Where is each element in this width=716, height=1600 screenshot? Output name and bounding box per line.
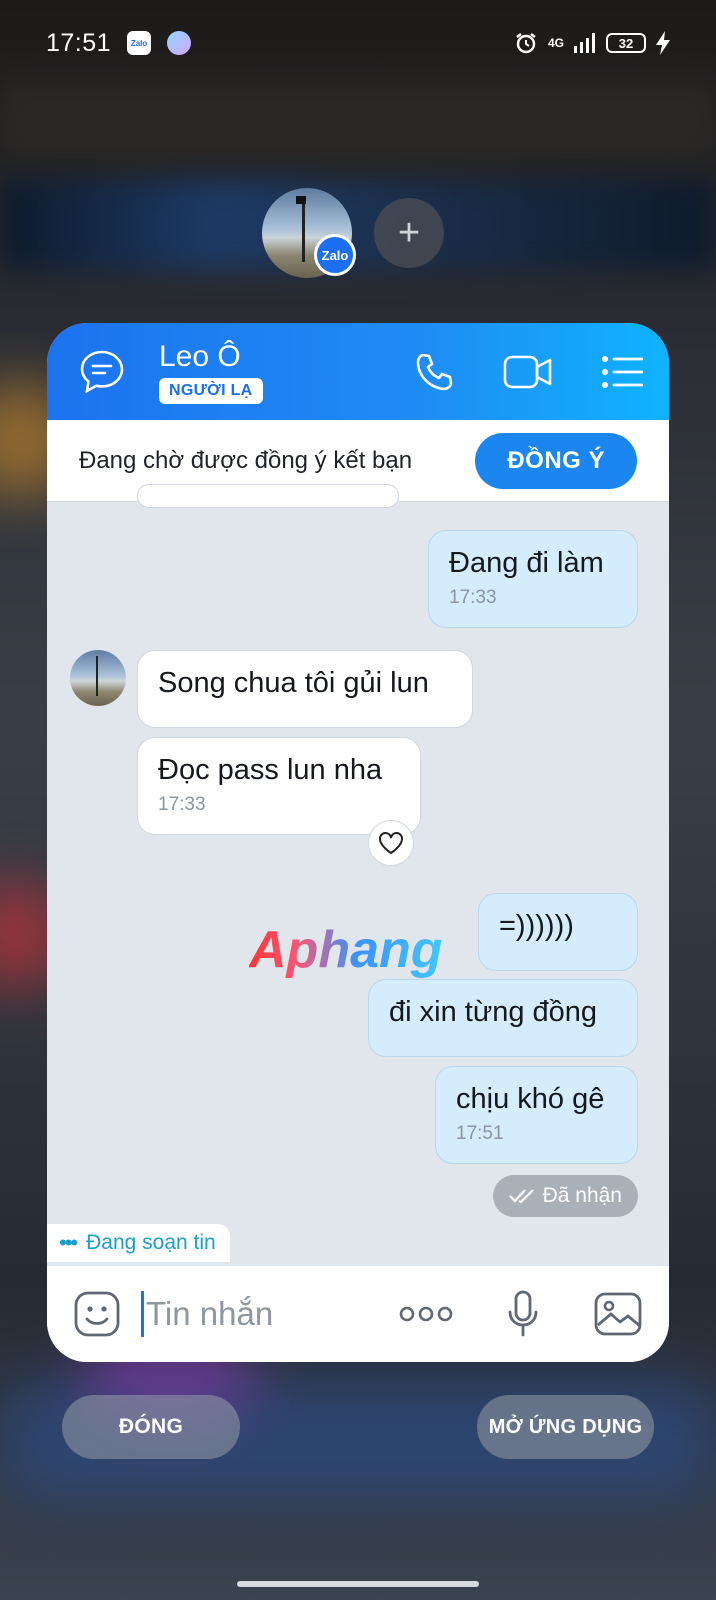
message-bubble-sent[interactable]: =)))))) [478, 893, 638, 971]
composer-actions [399, 1290, 643, 1338]
open-app-button[interactable]: MỞ ỨNG DỤNG [477, 1395, 654, 1459]
close-button[interactable]: ĐÓNG [62, 1395, 240, 1459]
received-label: Đã nhận [542, 1184, 622, 1207]
network-type: 4G [547, 36, 564, 50]
contact-avatar[interactable] [70, 650, 126, 706]
typing-dots-icon: ••• [59, 1230, 78, 1255]
stranger-tag: NGƯỜI LẠ [159, 377, 263, 404]
battery-indicator: 32 [606, 33, 646, 53]
message-time: 17:51 [456, 1123, 504, 1144]
chat-bubble-tray: Zalo + [262, 188, 444, 278]
message-text: Đang đi làm [449, 547, 604, 579]
message-list[interactable]: Đang đi làm 17:33 Song chua tôi gủi lun … [47, 484, 669, 1266]
message-bubble-sent[interactable]: đi xin từng đồng [368, 979, 638, 1057]
message-text: đi xin từng đồng [389, 996, 598, 1028]
message-bubble-received[interactable]: Đọc pass lun nha 17:33 [137, 737, 421, 835]
message-text: Song chua tôi gủi lun [158, 667, 429, 699]
heart-icon [379, 832, 403, 855]
received-status: Đã nhận [492, 1175, 638, 1217]
message-bubble-sent[interactable]: chịu khó gê 17:51 [435, 1066, 638, 1164]
contact-name: Leo Ô [159, 339, 241, 373]
home-indicator[interactable] [237, 1581, 479, 1587]
typing-indicator: ••• Đang soạn tin [47, 1224, 230, 1262]
microphone-icon[interactable] [507, 1290, 539, 1338]
message-composer: Tin nhắn [47, 1266, 669, 1362]
message-text: Đọc pass lun nha [158, 754, 383, 786]
watermark-logo: Aphang [249, 921, 443, 979]
message-input[interactable]: Tin nhắn [146, 1295, 273, 1333]
message-text: =)))))) [499, 910, 574, 942]
chat-window: Leo Ô NGƯỜI LẠ Đang chờ được đồng ý kết … [47, 323, 669, 1362]
charging-icon [656, 31, 670, 55]
message-bubble-received[interactable]: Song chua tôi gủi lun [137, 650, 473, 728]
chat-head-avatar[interactable]: Zalo [262, 188, 356, 278]
sticker-icon[interactable] [73, 1290, 121, 1338]
status-time: 17:51 [46, 28, 112, 57]
video-call-icon[interactable] [503, 354, 553, 390]
chat-header: Leo Ô NGƯỜI LẠ [47, 323, 669, 420]
message-bubble-sent[interactable]: Đang đi làm 17:33 [428, 530, 638, 628]
message-bubble-partial [137, 484, 399, 508]
more-options-icon[interactable] [399, 1305, 453, 1323]
zalo-notification-icon: Zalo [127, 31, 152, 55]
double-check-icon [508, 1189, 534, 1204]
react-heart-button[interactable] [368, 820, 414, 866]
image-gallery-icon[interactable] [593, 1291, 643, 1337]
friend-request-text: Đang chờ được đồng ý kết bạn [79, 446, 413, 474]
typing-label: Đang soạn tin [86, 1231, 216, 1254]
signal-icon [574, 33, 595, 53]
phone-call-icon[interactable] [413, 351, 455, 393]
header-actions [413, 351, 643, 393]
message-time: 17:33 [158, 794, 206, 815]
zalo-badge-icon: Zalo [314, 234, 356, 276]
status-bar: 17:51 Zalo 4G 32 [0, 0, 716, 86]
chat-bubble-icon[interactable] [79, 349, 125, 395]
messenger-notification-icon [167, 31, 192, 55]
add-bubble-button[interactable]: + [374, 198, 444, 268]
message-text: chịu khó gê [456, 1083, 605, 1115]
alarm-icon [516, 33, 536, 54]
status-right-group: 4G 32 [514, 31, 670, 55]
menu-list-icon[interactable] [601, 355, 643, 389]
text-caret [141, 1291, 144, 1337]
chat-title-group: Leo Ô NGƯỜI LẠ [159, 340, 263, 404]
agree-button[interactable]: ĐỒNG Ý [475, 432, 637, 489]
message-time: 17:33 [449, 587, 497, 608]
